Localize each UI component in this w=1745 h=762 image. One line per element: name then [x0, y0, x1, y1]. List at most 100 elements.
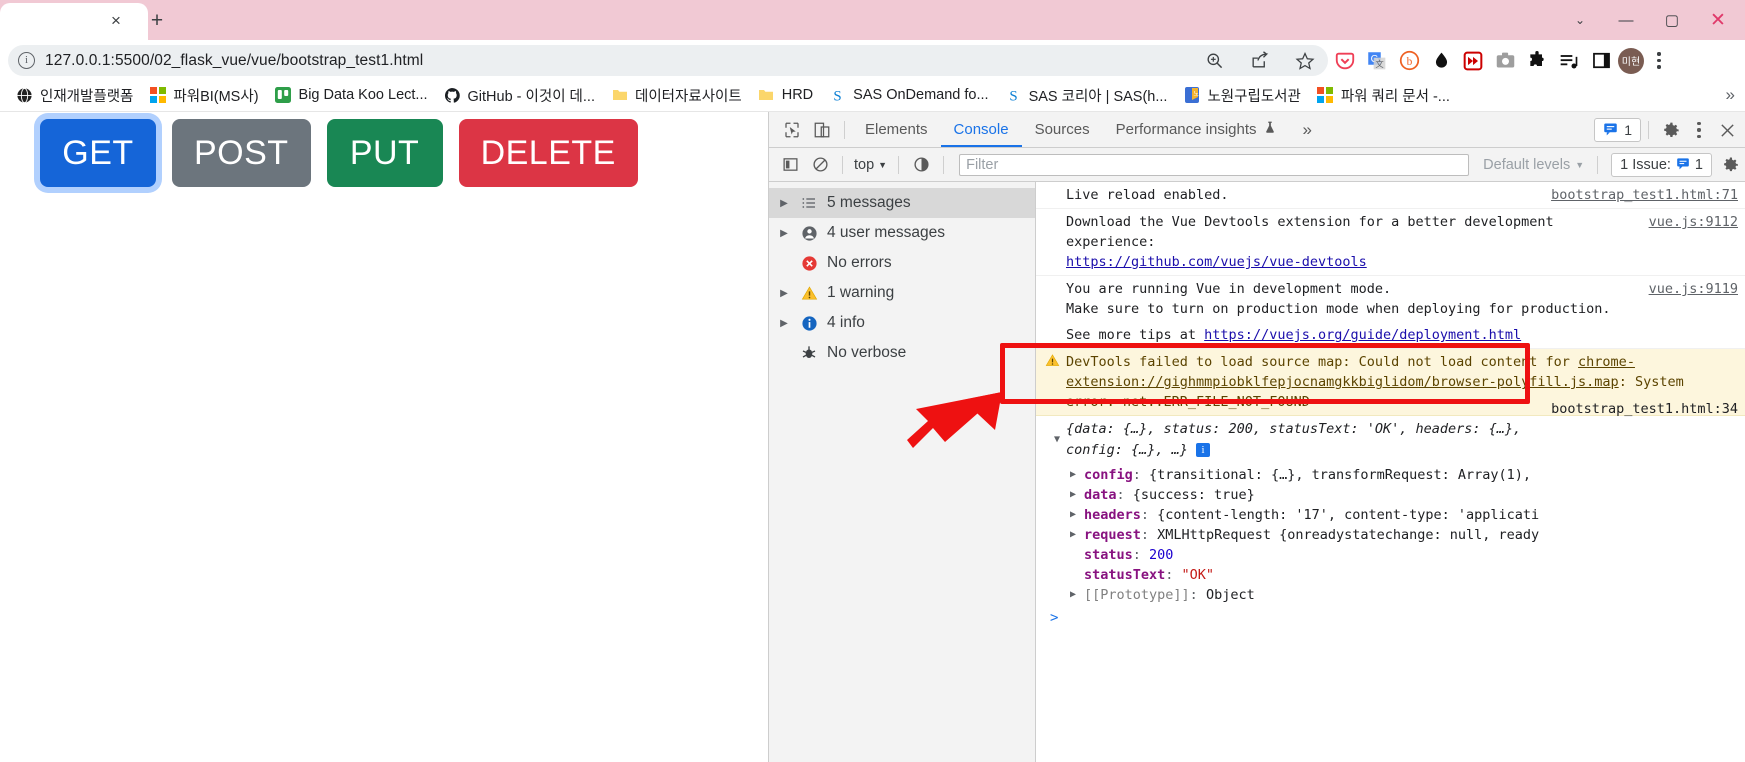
sidebar-item-info[interactable]: ▶ 4 info — [769, 308, 1035, 338]
object-property-row[interactable]: ▶ config: {transitional: {…}, transformRe… — [1036, 465, 1745, 485]
bookmark-item[interactable]: HRD — [750, 84, 821, 107]
tab-console[interactable]: Console — [941, 112, 1022, 147]
expand-triangle-icon[interactable]: ▶ — [777, 228, 791, 239]
issues-count: 1 — [1694, 156, 1703, 173]
info-badge-icon[interactable]: i — [1196, 443, 1211, 457]
put-button[interactable]: PUT — [326, 119, 443, 187]
playlist-icon[interactable] — [1554, 46, 1584, 76]
expand-triangle-icon[interactable]: ▶ — [777, 288, 791, 299]
tab-elements[interactable]: Elements — [852, 112, 941, 147]
bookmark-item[interactable]: 데이터자료사이트 — [603, 82, 750, 109]
console-source-link[interactable]: vue.js:9112 — [1649, 212, 1738, 232]
address-bar[interactable]: i 127.0.0.1:5500/02_flask_vue/vue/bootst… — [8, 45, 1328, 76]
expand-triangle-icon[interactable]: ▶ — [777, 198, 791, 209]
bookmark-item[interactable]: GitHub - 이것이 데... — [436, 82, 604, 109]
screenshot-icon[interactable] — [1490, 46, 1520, 76]
close-devtools-icon[interactable] — [1712, 115, 1742, 145]
bookmark-item[interactable]: 인재개발플랫폼 — [8, 82, 141, 109]
console-message-badge[interactable]: 1 — [1594, 118, 1641, 142]
console-message-link[interactable]: https://vuejs.org/guide/deployment.html — [1204, 327, 1521, 343]
object-property-row[interactable]: ▶ request: XMLHttpRequest {onreadystatech… — [1036, 525, 1745, 545]
object-property-row[interactable]: ▶ headers: {content-length: '17', content… — [1036, 505, 1745, 525]
tab-close-icon[interactable]: × — [104, 9, 128, 33]
object-preview-line2: config: {…}, …} — [1066, 442, 1188, 458]
sidebar-item-user-messages[interactable]: ▶ 4 user messages — [769, 218, 1035, 248]
console-object-row[interactable]: ▼ bootstrap_test1.html:34 {data: {…}, st… — [1036, 401, 1745, 465]
log-levels-select[interactable]: Default levels ▼ — [1477, 157, 1590, 173]
object-property-row[interactable]: statusText: "OK" — [1036, 565, 1745, 585]
minimize-button[interactable]: — — [1603, 2, 1649, 38]
maximize-button[interactable]: ▢ — [1649, 2, 1695, 38]
get-button[interactable]: GET — [40, 119, 156, 187]
tab-strip: × + ⌄ — ▢ ✕ — [0, 0, 1745, 40]
inspect-element-icon[interactable] — [777, 115, 807, 145]
device-toolbar-icon[interactable] — [807, 115, 837, 145]
issues-button[interactable]: 1 Issue: 1 — [1611, 152, 1712, 177]
console-message-link[interactable]: https://github.com/vuejs/vue-devtools — [1066, 254, 1367, 270]
bookmark-item[interactable]: 파워 쿼리 문서 -... — [1309, 82, 1458, 109]
console-row[interactable]: Download the Vue Devtools extension for … — [1036, 209, 1745, 276]
execution-context-select[interactable]: top ▼ — [850, 157, 891, 173]
tab-sources[interactable]: Sources — [1022, 112, 1103, 147]
expand-triangle-icon[interactable]: ▶ — [1070, 505, 1076, 525]
sidebar-item-warnings[interactable]: ▶ 1 warning — [769, 278, 1035, 308]
expand-triangle-icon[interactable]: ▶ — [1070, 485, 1076, 505]
dark-reader-icon[interactable] — [1426, 46, 1456, 76]
tab-search-chevron-icon[interactable]: ⌄ — [1557, 2, 1603, 38]
google-translate-icon[interactable]: G文 — [1362, 46, 1392, 76]
site-info-icon[interactable]: i — [18, 52, 35, 69]
sidebar-item-errors[interactable]: ▶ No errors — [769, 248, 1035, 278]
console-source-link[interactable]: vue.js:9119 — [1649, 279, 1738, 299]
new-tab-button[interactable]: + — [143, 7, 171, 35]
bookmark-item[interactable]: 노 노원구립도서관 — [1175, 82, 1308, 109]
console-row[interactable]: See more tips at https://vuejs.org/guide… — [1036, 322, 1745, 349]
bookmark-label: 데이터자료사이트 — [635, 88, 742, 105]
pocket-icon[interactable] — [1330, 46, 1360, 76]
sidebar-item-verbose[interactable]: ▶ No verbose — [769, 338, 1035, 368]
console-output[interactable]: Live reload enabled. bootstrap_test1.htm… — [1036, 182, 1745, 762]
puzzle-extensions-icon[interactable] — [1522, 46, 1552, 76]
close-window-button[interactable]: ✕ — [1695, 2, 1741, 38]
expand-triangle-icon[interactable]: ▶ — [1070, 465, 1076, 485]
live-expression-icon[interactable] — [906, 150, 936, 180]
object-property-row[interactable]: ▶ data: {success: true} — [1036, 485, 1745, 505]
sidebar-toggle-icon[interactable] — [775, 150, 805, 180]
profile-avatar[interactable]: 미현 — [1618, 47, 1644, 74]
sidebar-item-label: No verbose — [827, 344, 907, 361]
tab-performance-insights[interactable]: Performance insights — [1103, 112, 1290, 147]
bookmarks-overflow-button[interactable]: » — [1726, 85, 1735, 105]
console-row[interactable]: You are running Vue in development mode.… — [1036, 276, 1745, 322]
video-speed-icon[interactable] — [1458, 46, 1488, 76]
console-filter-input[interactable] — [959, 153, 1470, 176]
more-tabs-button[interactable]: » — [1290, 112, 1325, 147]
expand-triangle-icon[interactable]: ▶ — [777, 318, 791, 329]
object-property-row[interactable]: ▶ [[Prototype]]: Object — [1036, 585, 1745, 605]
console-row[interactable]: Live reload enabled. bootstrap_test1.htm… — [1036, 182, 1745, 209]
share-icon[interactable] — [1245, 46, 1275, 76]
devtools-more-button[interactable] — [1686, 115, 1712, 145]
sidepanel-icon[interactable] — [1586, 46, 1616, 76]
property-value: {success: true} — [1132, 487, 1255, 503]
gear-icon[interactable] — [1656, 115, 1686, 145]
bookmark-item[interactable]: S SAS 코리아 | SAS(h... — [997, 82, 1176, 109]
expand-triangle-icon[interactable]: ▶ — [1070, 585, 1076, 605]
object-property-row[interactable]: status: 200 — [1036, 545, 1745, 565]
browser-menu-button[interactable] — [1646, 46, 1672, 76]
delete-button[interactable]: DELETE — [458, 119, 638, 187]
expand-triangle-icon[interactable]: ▼ — [1054, 429, 1060, 450]
expand-triangle-icon[interactable]: ▶ — [1070, 525, 1076, 545]
bookmark-item[interactable]: 파워BI(MS사) — [141, 82, 266, 109]
console-settings-gear-icon[interactable] — [1716, 150, 1745, 180]
zoom-icon[interactable] — [1200, 46, 1230, 76]
post-button[interactable]: POST — [172, 119, 311, 187]
bitly-icon[interactable]: b — [1394, 46, 1424, 76]
bookmark-star-icon[interactable] — [1290, 46, 1320, 76]
bookmark-item[interactable]: S SAS OnDemand fo... — [821, 84, 996, 107]
sidebar-item-messages[interactable]: ▶ 5 messages — [769, 188, 1035, 218]
bookmark-item[interactable]: Big Data Koo Lect... — [267, 84, 436, 107]
console-source-link[interactable]: bootstrap_test1.html:34 — [1551, 399, 1738, 420]
console-source-link[interactable]: bootstrap_test1.html:71 — [1551, 185, 1738, 205]
tab-label: Elements — [865, 121, 928, 138]
console-prompt[interactable]: > — [1036, 605, 1745, 626]
clear-console-icon[interactable] — [805, 150, 835, 180]
